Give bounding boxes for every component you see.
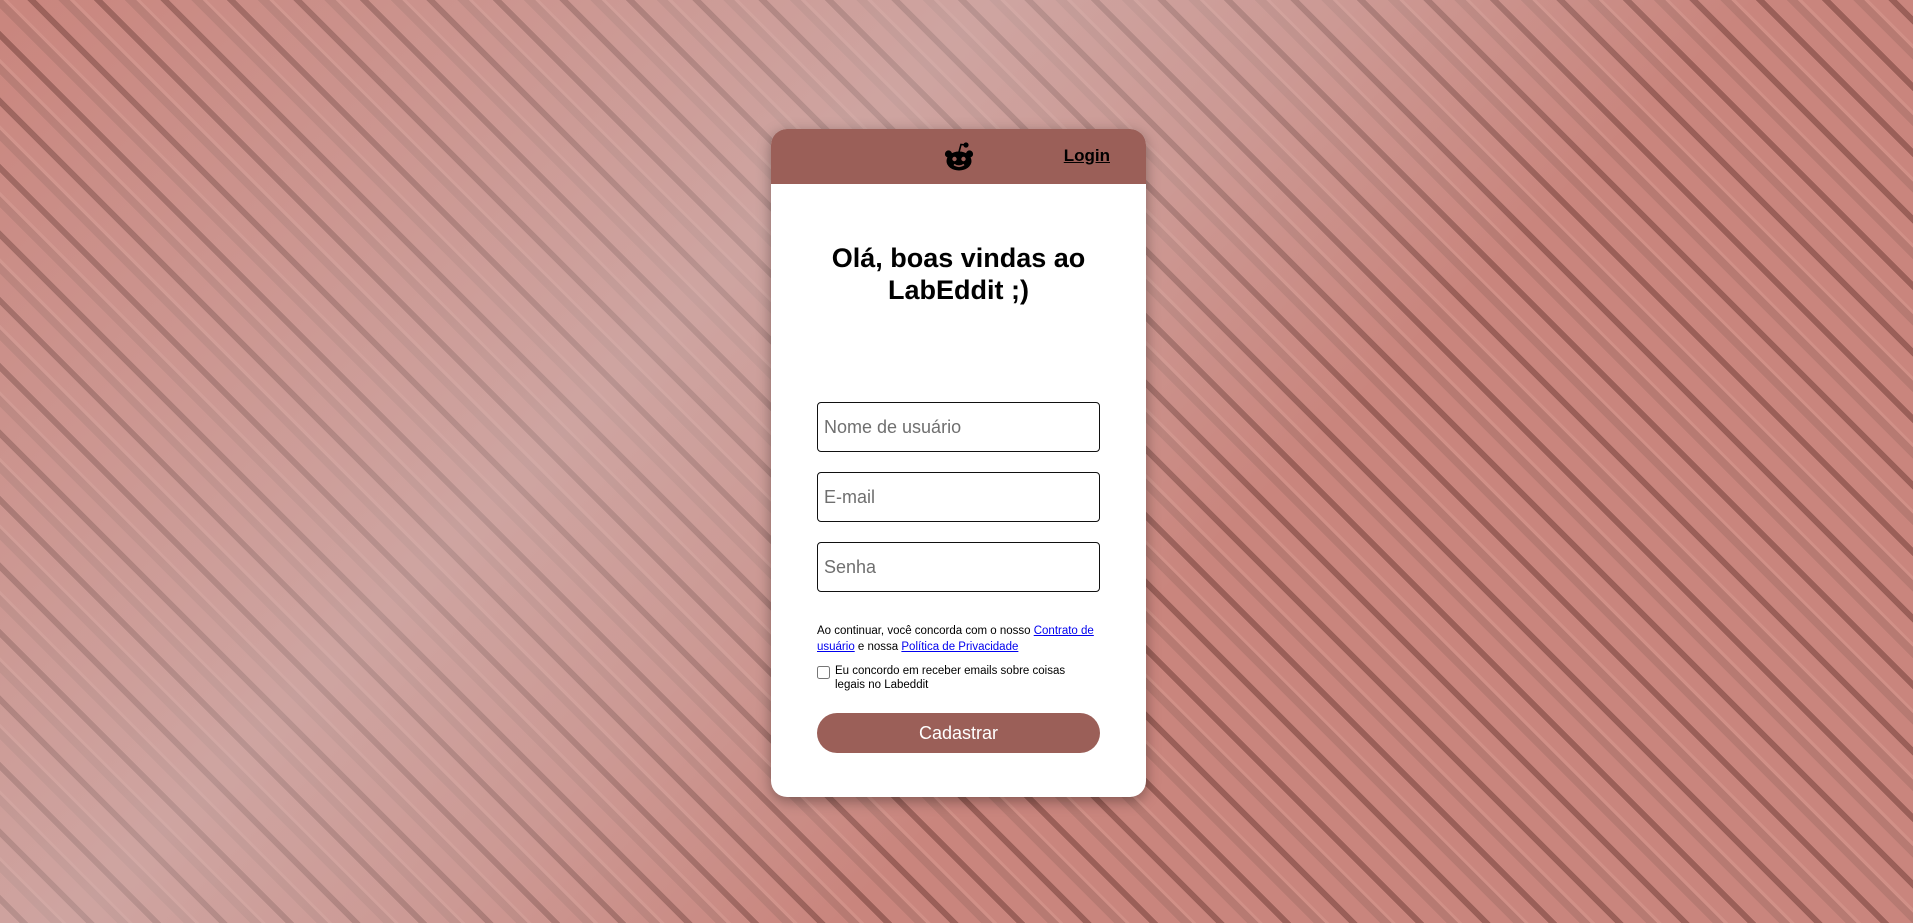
signup-button[interactable]: Cadastrar bbox=[817, 713, 1100, 753]
reddit-alien-icon bbox=[944, 142, 974, 171]
page-title: Olá, boas vindas ao LabEddit ;) bbox=[791, 242, 1126, 306]
terms-prefix: Ao continuar, você concorda com o nosso bbox=[817, 625, 1034, 637]
signup-card: Login Olá, boas vindas aoLabEddit ;) Ao … bbox=[771, 129, 1146, 797]
terms-middle: e nossa bbox=[854, 641, 902, 653]
username-input[interactable] bbox=[817, 402, 1100, 452]
email-input[interactable] bbox=[817, 472, 1100, 522]
title-line-1: Olá, boas vindas ao bbox=[831, 243, 1086, 273]
privacy-policy-link[interactable]: Política de Privacidade bbox=[901, 641, 1018, 653]
email-consent-checkbox[interactable] bbox=[817, 666, 830, 679]
email-consent-label: Eu concordo em receber emails sobre cois… bbox=[835, 665, 1066, 691]
card-header: Login bbox=[771, 129, 1146, 184]
title-line-2: LabEddit ;) bbox=[888, 275, 1029, 305]
login-link[interactable]: Login bbox=[1064, 146, 1110, 166]
password-input[interactable] bbox=[817, 542, 1100, 592]
terms-text: Ao continuar, você concorda com o nosso … bbox=[817, 623, 1103, 655]
